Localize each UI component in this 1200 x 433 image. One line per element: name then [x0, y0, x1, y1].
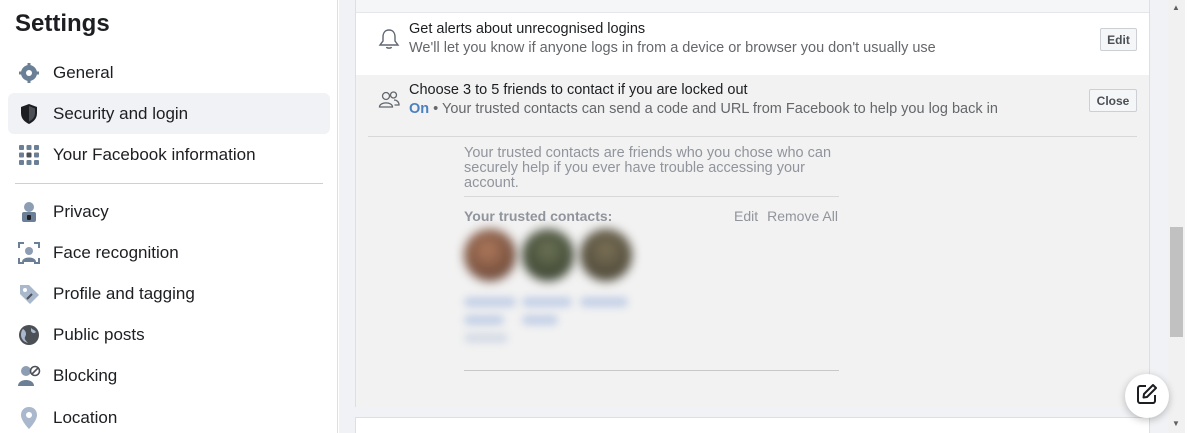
vertical-scrollbar[interactable]: ▲ ▼: [1168, 0, 1185, 433]
section-divider: [368, 136, 1137, 137]
bell-icon: [378, 28, 400, 50]
face-scan-icon: [17, 241, 41, 265]
edit-alerts-button[interactable]: Edit: [1100, 28, 1137, 51]
avatar-name-blurred: [464, 297, 516, 307]
trusted-contacts-title: Choose 3 to 5 friends to contact if you …: [409, 82, 748, 98]
avatar-name-blurred: [464, 315, 504, 325]
alerts-subtitle: We'll let you know if anyone logs in fro…: [409, 40, 936, 56]
sidebar-item-profile-tagging[interactable]: Profile and tagging: [8, 273, 330, 314]
main-content: Get alerts about unrecognised logins We'…: [339, 0, 1168, 433]
friends-icon: [378, 89, 400, 111]
sidebar-item-label: Profile and tagging: [53, 283, 195, 303]
lock-person-icon: [17, 200, 41, 224]
contacts-actions: Edit Remove All: [734, 208, 838, 224]
trusted-contacts-section: Choose 3 to 5 friends to contact if you …: [356, 75, 1149, 408]
settings-card: Get alerts about unrecognised logins We'…: [355, 0, 1150, 408]
sidebar-divider: [15, 183, 323, 184]
scroll-down-icon[interactable]: ▼: [1172, 419, 1180, 428]
globe-icon: [17, 323, 41, 347]
tag-icon: [17, 282, 41, 306]
contacts-bottom-divider: [464, 370, 839, 371]
sidebar-item-label: Security and login: [53, 103, 189, 123]
avatar[interactable]: [522, 229, 574, 281]
sidebar-item-general[interactable]: General: [8, 52, 330, 93]
scroll-up-icon[interactable]: ▲: [1172, 3, 1180, 12]
sidebar-item-security[interactable]: Security and login: [8, 93, 330, 134]
avatar[interactable]: [580, 229, 632, 281]
previous-row-edge: [356, 0, 1149, 13]
grid-icon: [17, 143, 41, 167]
location-pin-icon: [17, 406, 41, 430]
trusted-contacts-status-text: • Your trusted contacts can send a code …: [429, 101, 998, 117]
status-on: On: [409, 101, 430, 117]
sidebar-item-blocking[interactable]: Blocking: [8, 355, 330, 396]
sidebar-title: Settings: [15, 10, 110, 37]
alerts-title: Get alerts about unrecognised logins: [409, 21, 646, 37]
remove-all-link[interactable]: Remove All: [767, 208, 838, 224]
scrollbar-thumb[interactable]: [1170, 227, 1183, 337]
sidebar-item-label: Public posts: [53, 324, 145, 344]
sidebar-item-facebook-information[interactable]: Your Facebook information: [8, 134, 330, 175]
sidebar-item-label: Privacy: [53, 201, 109, 221]
sidebar-item-label: Face recognition: [53, 242, 179, 262]
new-message-button[interactable]: [1125, 374, 1169, 418]
block-user-icon: [17, 364, 41, 388]
trusted-contacts-avatars: [459, 225, 644, 355]
sidebar-item-location[interactable]: Location: [8, 397, 330, 433]
app-root: Settings General Security and login Your…: [0, 0, 1200, 433]
sidebar-item-public-posts[interactable]: Public posts: [8, 314, 330, 355]
description-divider: [464, 196, 839, 197]
shield-icon: [17, 102, 41, 126]
avatar-name-blurred: [464, 333, 508, 343]
trusted-contacts-description: Your trusted contacts are friends who yo…: [464, 145, 832, 191]
edit-contacts-link[interactable]: Edit: [734, 208, 758, 224]
sidebar-item-label: General: [53, 62, 114, 82]
next-settings-card: [355, 417, 1150, 433]
avatar-name-blurred: [522, 315, 558, 325]
sidebar-item-privacy[interactable]: Privacy: [8, 191, 330, 232]
sidebar-item-label: Your Facebook information: [53, 144, 256, 164]
sidebar-item-face-recognition[interactable]: Face recognition: [8, 232, 330, 273]
gear-icon: [17, 61, 41, 85]
sidebar-item-label: Blocking: [53, 365, 118, 385]
compose-icon: [1136, 383, 1158, 410]
avatar[interactable]: [464, 229, 516, 281]
alerts-row[interactable]: Get alerts about unrecognised logins We'…: [356, 13, 1149, 75]
right-gutter: [1185, 0, 1200, 433]
trusted-contacts-subtitle: On • Your trusted contacts can send a co…: [409, 101, 998, 117]
close-button[interactable]: Close: [1089, 89, 1137, 112]
sidebar-item-label: Location: [53, 407, 118, 427]
settings-sidebar: Settings General Security and login Your…: [0, 0, 338, 433]
trusted-contacts-label: Your trusted contacts:: [464, 208, 613, 224]
avatar-name-blurred: [580, 297, 628, 307]
avatar-name-blurred: [522, 297, 572, 307]
